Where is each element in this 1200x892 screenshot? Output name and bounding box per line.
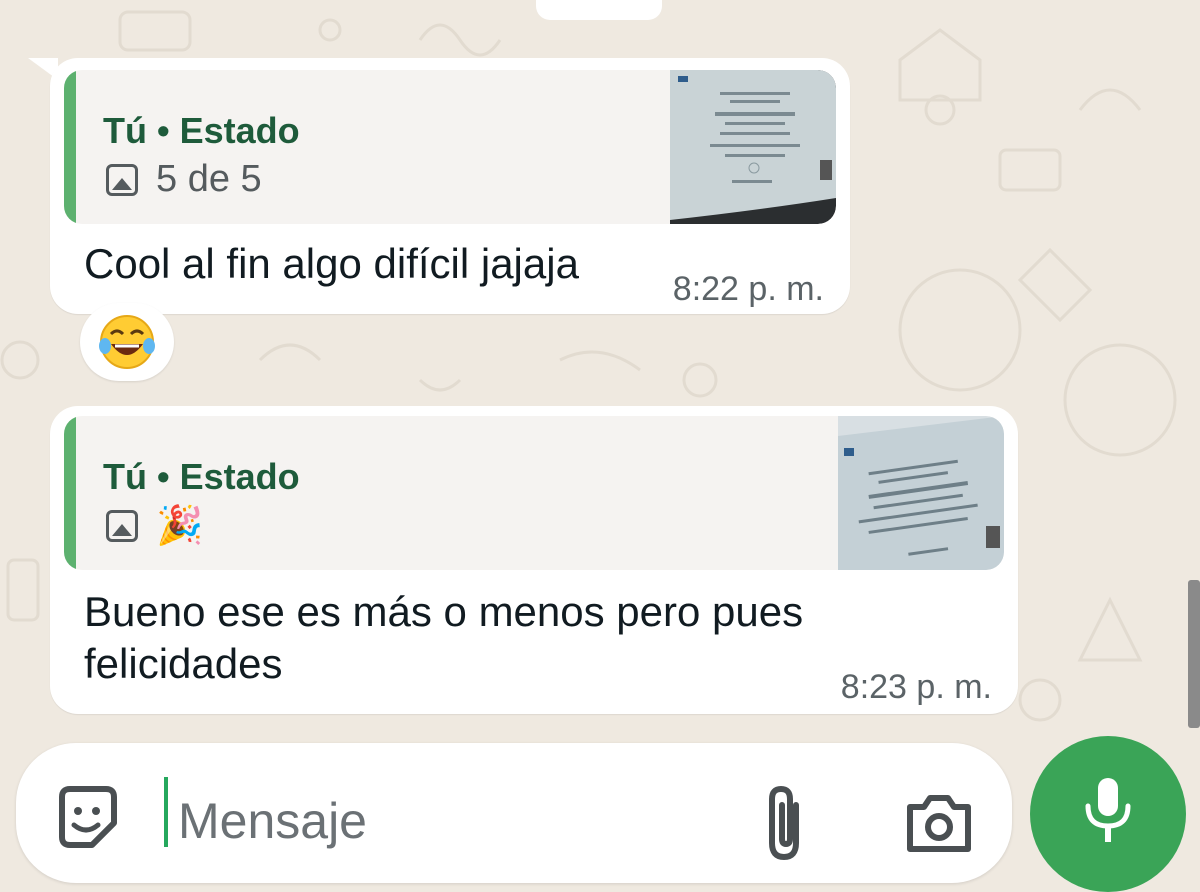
scrollbar-thumb[interactable] [1188, 580, 1200, 728]
laughing-emoji-icon [99, 315, 155, 369]
image-icon [106, 510, 138, 542]
paperclip-icon[interactable] [756, 783, 816, 863]
message-bubble[interactable]: Tú • Estado 🎉 Bueno ese es más o menos p… [50, 406, 1018, 714]
message-time: 8:23 p. m. [840, 668, 992, 706]
microphone-icon [1085, 778, 1131, 842]
quote-title: Tú • Estado [103, 456, 300, 497]
quote-caption: 🎉 [156, 505, 204, 547]
reaction-badge[interactable] [80, 303, 174, 381]
message-composer [16, 743, 1012, 883]
sticker-icon[interactable] [52, 783, 122, 853]
quote-subtitle: 🎉 [106, 504, 203, 548]
message-bubble[interactable]: Tú • Estado 5 de 5 Cool al fin algo difí… [50, 58, 850, 314]
message-text: Bueno ese es más o menos pero pues felic… [84, 588, 804, 687]
message-input[interactable] [176, 775, 720, 867]
status-reply-preview[interactable]: Tú • Estado 5 de 5 [64, 70, 836, 224]
message-time: 8:22 p. m. [672, 270, 824, 308]
voice-message-button[interactable] [1030, 736, 1186, 892]
quote-subtitle: 5 de 5 [106, 158, 262, 201]
text-cursor [164, 777, 168, 847]
image-icon [106, 163, 138, 196]
date-chip [536, 0, 662, 20]
camera-icon[interactable] [904, 787, 974, 857]
status-reply-preview[interactable]: Tú • Estado 🎉 [64, 416, 1004, 570]
quote-title: Tú • Estado [103, 110, 300, 151]
status-thumbnail[interactable] [838, 416, 1004, 570]
quote-accent-bar [64, 416, 76, 570]
message-text: Cool al fin algo difícil jajaja [84, 240, 579, 287]
quote-accent-bar [64, 70, 76, 224]
quote-caption: 5 de 5 [156, 158, 262, 200]
status-thumbnail[interactable] [670, 70, 836, 224]
